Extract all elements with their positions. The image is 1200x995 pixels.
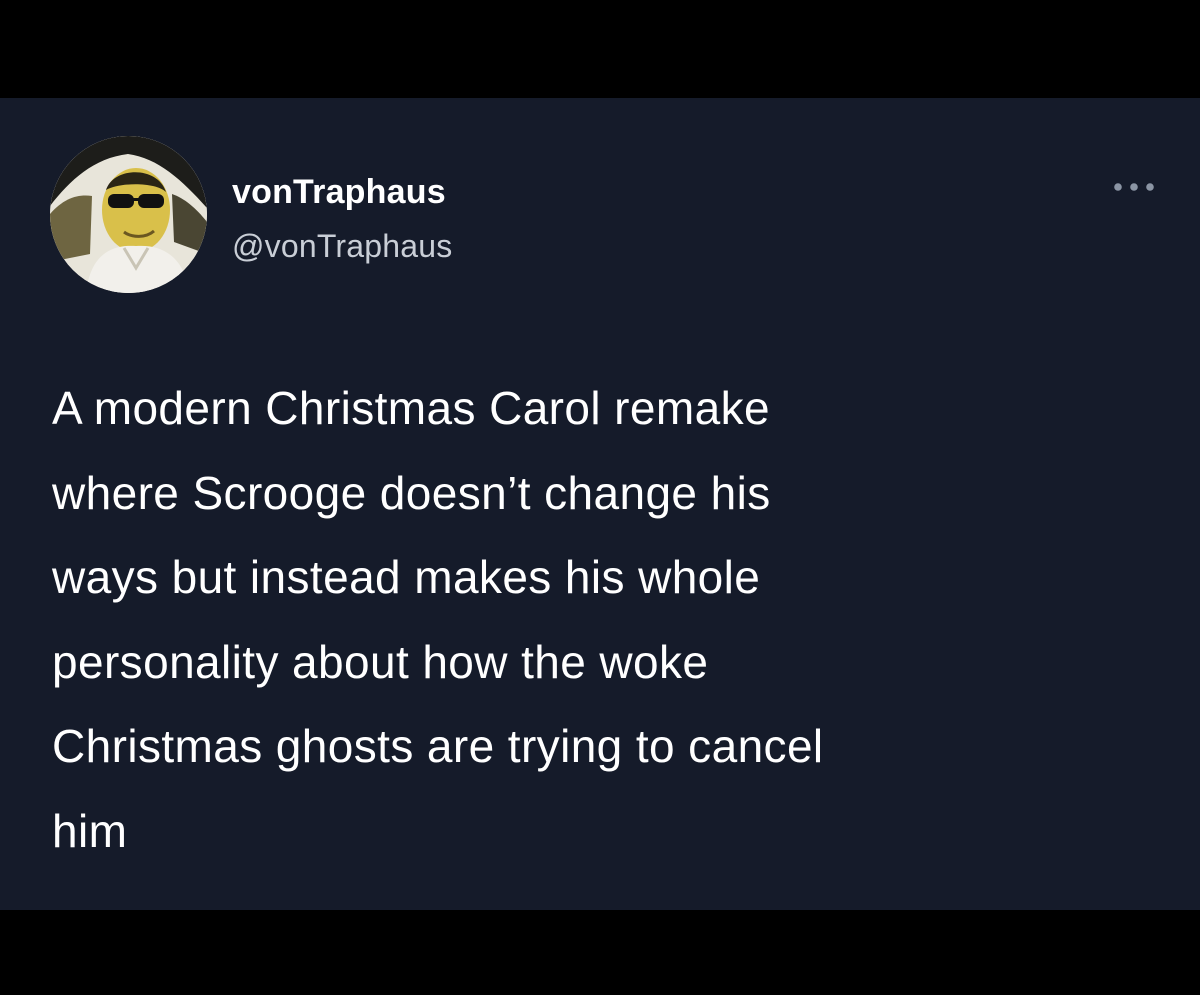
- more-options-icon: [1114, 183, 1154, 191]
- more-options-button[interactable]: [1112, 174, 1156, 200]
- profile-photo-icon: [50, 136, 207, 293]
- author-display-name[interactable]: vonTraphaus: [232, 172, 446, 212]
- avatar[interactable]: [50, 136, 207, 293]
- tweet-card[interactable]: vonTraphaus @vonTraphaus A modern Christ…: [0, 98, 1200, 910]
- author-handle[interactable]: @vonTraphaus: [232, 226, 452, 266]
- tweet-text: A modern Christmas Carol remake where Sc…: [52, 382, 824, 857]
